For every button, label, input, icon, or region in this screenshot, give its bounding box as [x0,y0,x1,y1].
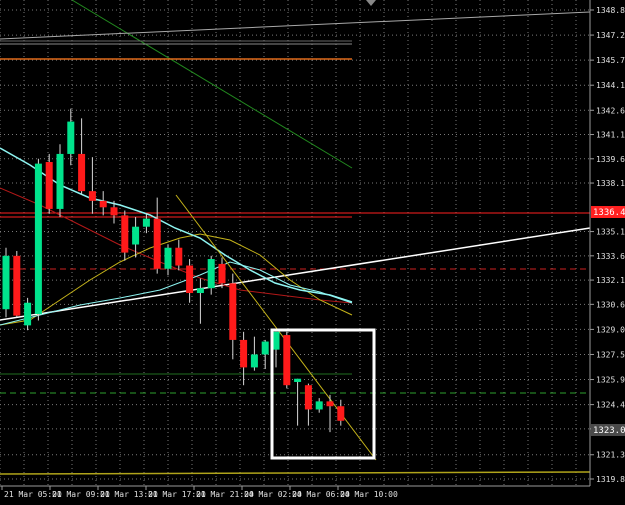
candle-body [175,247,183,266]
candle-body [218,263,226,284]
price-tick-label: 1342.60 [596,106,625,115]
price-tick-label: 1333.60 [596,252,625,261]
price-tick-label: 1348.80 [596,6,625,15]
candle-body [24,302,32,326]
price-tick-label: 1324.40 [596,401,625,410]
bear-candle[interactable] [283,331,291,389]
price-tick-label: 1347.25 [596,31,625,40]
candle-body [142,218,150,227]
price-tick-label: 1321.30 [596,451,625,460]
price-tick-label: 1329.05 [596,325,625,334]
price-tick-label: 1339.60 [596,155,625,164]
price-tick-label: 1335.10 [596,228,625,237]
candle-body [207,259,215,289]
bear-candle[interactable] [45,153,53,214]
candle-body [34,163,42,315]
price-tick-label: 1330.60 [596,300,625,309]
candle-body [261,341,269,355]
price-tick-label: 1341.10 [596,131,625,140]
bear-candle[interactable] [13,250,21,318]
candle-body [304,385,312,410]
candle-body [110,207,118,216]
candle-body [153,218,161,269]
candle-body [272,331,280,350]
price-tick-label: 1325.95 [596,376,625,385]
current-price: 1323.08 [593,426,625,436]
price-tick-label: 1344.15 [596,81,625,90]
candle-body [164,247,172,269]
chart-window[interactable]: 1348.80 1347.25 1345.70 1344.15 1342.60 1341.… [0,0,625,501]
candle-body [240,339,248,368]
candle-body [196,288,204,294]
candle-body [121,215,129,253]
candle-body [326,401,334,407]
candle-body [2,255,10,310]
time-tick-label: 24 Mar 10:00 [340,490,398,499]
candle-body [13,255,21,316]
candle-body [229,283,237,340]
candle-body [88,191,96,201]
price-tick-label: 1332.10 [596,276,625,285]
bull-candle[interactable] [2,247,10,318]
candle-body [56,153,64,209]
candle-body [99,200,107,208]
red-level-label: 1336.41 [591,206,625,218]
candle-body [250,354,258,368]
candle-body [315,401,323,410]
price-tick-label: 1338.10 [596,179,625,188]
candle-body [132,226,140,245]
bull-candle[interactable] [56,144,64,218]
candle-body [294,378,302,382]
candle-body [67,121,75,154]
price-tick-label: 1345.70 [596,56,625,65]
price-tick-label: 1319.80 [596,475,625,484]
red-level-price: 1336.41 [593,208,625,218]
price-tick-label: 1327.50 [596,350,625,359]
price-chart[interactable]: 1348.80 1347.25 1345.70 1344.15 1342.60 1341.… [0,0,625,501]
candle-body [337,406,345,421]
candle-body [45,162,53,209]
bull-candle[interactable] [34,158,42,321]
candle-body [78,153,86,192]
current-price-label: 1323.08 [591,424,625,436]
candle-body [186,265,194,294]
chart-background [0,0,625,501]
candle-body [283,335,291,386]
